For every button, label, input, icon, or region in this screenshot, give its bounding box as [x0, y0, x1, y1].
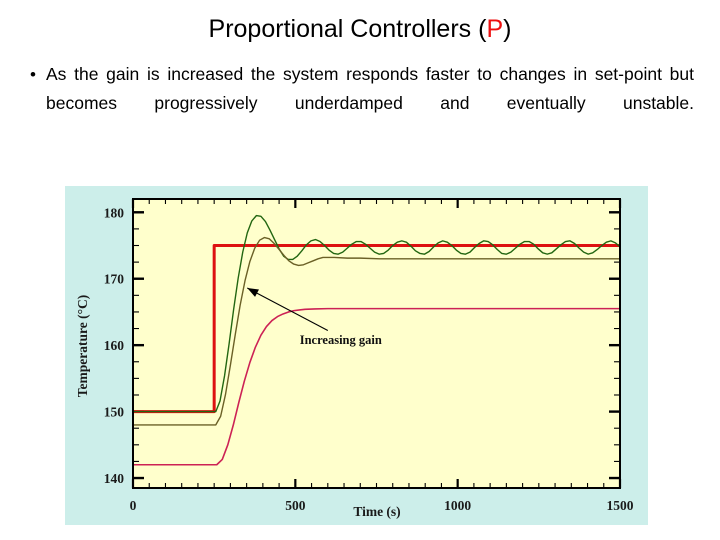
y-axis-title: Temperature (°C) [75, 295, 90, 398]
bullet-list-item: • As the gain is increased the system re… [12, 60, 710, 147]
y-tick-label: 160 [104, 338, 125, 353]
page-title-main: Proportional Controllers ( [208, 15, 487, 43]
bullet-body-text: As the gain is increased the system resp… [46, 64, 694, 113]
x-tick-label: 1000 [444, 498, 471, 513]
y-tick-label: 140 [104, 471, 125, 486]
page-title-close: ) [503, 15, 512, 43]
x-axis-title: Time (s) [353, 504, 400, 519]
x-tick-label: 500 [285, 498, 306, 513]
bullet-marker-icon: • [30, 65, 36, 84]
y-tick-label: 180 [104, 205, 125, 220]
x-tick-label: 1500 [607, 498, 634, 513]
page-title: Proportional Controllers (P) [0, 14, 720, 44]
y-tick-label: 150 [104, 405, 125, 420]
step-response-chart: 0 500 1000 1500 140 150 160 170 180 Increasing g… [75, 198, 634, 519]
page-title-accent: P [486, 15, 504, 43]
figure-panel: 0 500 1000 1500 140 150 160 170 180 Increasing g… [65, 186, 648, 525]
y-tick-label: 170 [104, 272, 125, 287]
x-tick-label: 0 [130, 498, 137, 513]
annotation-text: Increasing gain [300, 333, 382, 347]
